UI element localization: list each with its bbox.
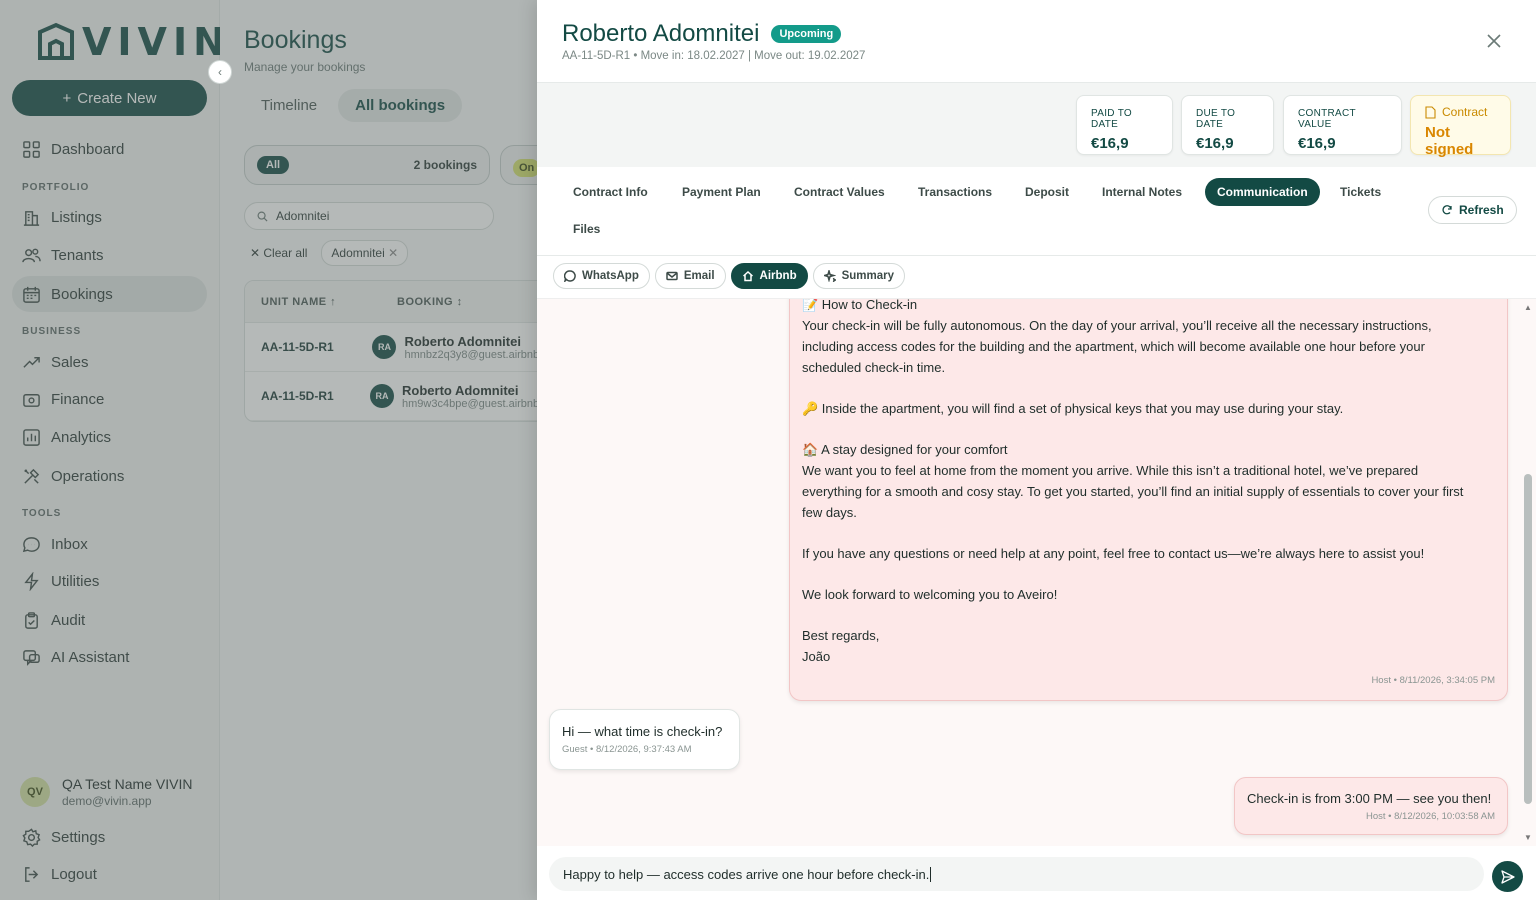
stat-value: €16,9 (1298, 135, 1336, 152)
message-line: few days. (802, 505, 857, 520)
scrollbar[interactable]: ▲ ▼ (1521, 299, 1535, 846)
scroll-up-icon[interactable]: ▲ (1524, 303, 1532, 312)
tab-deposit[interactable]: Deposit (1013, 178, 1081, 206)
refresh-label: Refresh (1459, 203, 1504, 217)
message-line: everything for a smooth and cosy stay. T… (802, 484, 1464, 499)
sparkle-icon (823, 270, 836, 282)
close-icon[interactable] (1485, 32, 1503, 50)
message-line: We look forward to welcoming you to Avei… (802, 587, 1058, 602)
stats-bar: PAID TO DATE €16,9 DUE TO DATE €16,9 CON… (537, 83, 1536, 167)
message-line: We want you to feel at home from the mom… (802, 463, 1419, 478)
message-line: Best regards, (802, 628, 880, 643)
drawer-title: Roberto Adomnitei Upcoming (562, 20, 842, 48)
scroll-down-icon[interactable]: ▼ (1524, 833, 1532, 842)
channel-airbnb[interactable]: Airbnb (730, 263, 808, 289)
message-line: including access codes for the building … (802, 339, 1425, 354)
send-button[interactable] (1492, 861, 1523, 892)
drawer-header: Roberto Adomnitei Upcoming AA-11-5D-R1 •… (537, 0, 1536, 83)
tab-tickets[interactable]: Tickets (1328, 178, 1393, 206)
stat-contract-status[interactable]: Contract Not signed (1410, 95, 1511, 158)
home-icon (742, 270, 753, 282)
message-line: 🔑 Inside the apartment, you will find a … (802, 401, 1344, 416)
modal-backdrop[interactable] (0, 0, 537, 900)
stat-contract-value: CONTRACT VALUE €16,9 (1283, 95, 1402, 155)
collapse-sidebar-button[interactable]: ‹ (208, 60, 232, 84)
channel-label: Summary (841, 270, 895, 282)
message-host: 📝 How to Check-in Your check-in will be … (789, 298, 1508, 701)
document-icon (1425, 105, 1436, 119)
message-guest: Hi — what time is check-in? Guest • 8/12… (549, 709, 740, 770)
channel-summary[interactable]: Summary (812, 263, 906, 289)
send-icon (1500, 869, 1515, 884)
message-text: Hi — what time is check-in? (562, 724, 723, 739)
status-badge: Upcoming (771, 25, 842, 43)
message-line: scheduled check-in time. (802, 360, 946, 375)
message-thread[interactable]: 📝 How to Check-in Your check-in will be … (537, 298, 1536, 846)
tab-communication[interactable]: Communication (1205, 178, 1320, 206)
message-line: Your check-in will be fully autonomous. … (802, 318, 1432, 333)
message-line: If you have any questions or need help a… (802, 546, 1425, 561)
message-line: 🏠 A stay designed for your comfort (802, 442, 1008, 457)
guest-name: Roberto Adomnitei (562, 20, 760, 47)
message-text: Check-in is from 3:00 PM — see you then! (1247, 791, 1492, 806)
channel-label: WhatsApp (582, 270, 639, 282)
stat-paid-to-date: PAID TO DATE €16,9 (1076, 95, 1173, 155)
stat-label: DUE TO DATE (1196, 108, 1236, 130)
stat-value: €16,9 (1196, 135, 1234, 152)
channel-email[interactable]: Email (654, 263, 726, 289)
chevron-left-icon: ‹ (218, 65, 222, 79)
contract-label: Contract (1442, 105, 1488, 119)
channel-whatsapp[interactable]: WhatsApp (553, 263, 650, 289)
channel-tabs: WhatsApp Email Airbnb Summary (553, 263, 906, 289)
booking-subline: AA-11-5D-R1 • Move in: 18.02.2027 | Move… (562, 50, 866, 62)
refresh-icon (1442, 205, 1452, 215)
message-meta: Host • 8/11/2026, 3:34:05 PM (1371, 675, 1495, 686)
mail-icon (666, 271, 678, 281)
message-input[interactable]: Happy to help — access codes arrive one … (549, 857, 1484, 891)
scroll-thumb[interactable] (1524, 474, 1532, 804)
stat-label: CONTRACT VALUE (1298, 108, 1356, 130)
message-line: João (802, 649, 831, 664)
whatsapp-icon (564, 270, 576, 282)
stat-value: €16,9 (1091, 135, 1129, 152)
contract-status-value: Not signed (1425, 124, 1474, 158)
message-host: Check-in is from 3:00 PM — see you then!… (1234, 777, 1508, 835)
text-cursor (930, 866, 932, 882)
stat-label: PAID TO DATE (1091, 108, 1133, 130)
channel-label: Email (683, 270, 715, 282)
message-meta: Host • 8/12/2026, 10:03:58 AM (1365, 811, 1495, 822)
stat-due-to-date: DUE TO DATE €16,9 (1181, 95, 1274, 155)
tab-transactions[interactable]: Transactions (906, 178, 1004, 206)
tab-contract-info[interactable]: Contract Info (561, 178, 660, 206)
tab-internal-notes[interactable]: Internal Notes (1090, 178, 1194, 206)
channel-label: Airbnb (759, 270, 797, 282)
message-input-value: Happy to help — access codes arrive one … (563, 866, 930, 882)
refresh-button[interactable]: Refresh (1428, 196, 1517, 224)
tab-payment-plan[interactable]: Payment Plan (670, 178, 773, 206)
tab-files[interactable]: Files (561, 215, 612, 243)
stat-label: Contract (1425, 105, 1496, 119)
message-line: 📝 How to Check-in (802, 298, 918, 312)
divider (537, 255, 1536, 256)
booking-detail-drawer: Roberto Adomnitei Upcoming AA-11-5D-R1 •… (537, 0, 1536, 900)
message-meta: Guest • 8/12/2026, 9:37:43 AM (562, 744, 692, 755)
tab-contract-values[interactable]: Contract Values (782, 178, 897, 206)
